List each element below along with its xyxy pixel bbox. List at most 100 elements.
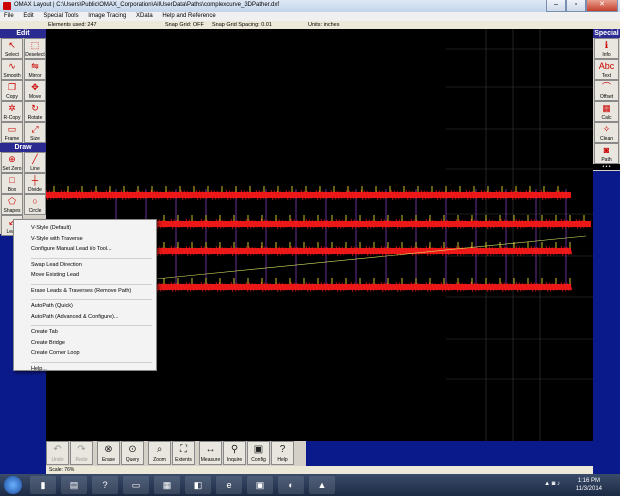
- window-title: OMAX Layout | C:\Users\Public\OMAX_Corpo…: [14, 2, 280, 8]
- edit-copy-button[interactable]: ❐ Copy: [1, 80, 23, 101]
- frame-icon: ▭: [7, 124, 17, 134]
- ctx-item-help[interactable]: Help...: [31, 366, 47, 372]
- minimize-button[interactable]: –: [546, 0, 566, 12]
- system-clock[interactable]: 1:16 PM 11/3/2014: [576, 477, 602, 493]
- edit-frame-button[interactable]: ▭ Frame: [1, 122, 23, 143]
- clean-icon: ✧: [602, 124, 611, 134]
- menu-help-reference[interactable]: Help and Reference: [158, 12, 219, 21]
- ctx-item-v-style-with-traverse[interactable]: V-Style with Traverse: [31, 236, 83, 242]
- bottom-inquire-button[interactable]: ⚲ Inquire: [223, 441, 246, 465]
- draw-circle-button[interactable]: ○ Circle: [24, 194, 46, 215]
- special-calc-button[interactable]: ▦ Calc: [594, 101, 619, 122]
- bottom-extents-button[interactable]: ⛶ Extents: [172, 441, 195, 465]
- menu-separator: [31, 361, 152, 363]
- taskbar-app-6[interactable]: e: [216, 476, 242, 494]
- edit-tool-label: Mirror: [28, 73, 42, 79]
- bottom-tool-label: Undo: [51, 457, 64, 463]
- draw-set-zero-button[interactable]: ⊕ Set Zero: [1, 152, 23, 173]
- ctx-item-create-bridge[interactable]: Create Bridge: [31, 340, 65, 346]
- ctx-item-swap-lead-direction[interactable]: Swap Lead Direction: [31, 262, 82, 268]
- ctx-item-create-corner-loop[interactable]: Create Corner Loop: [31, 350, 80, 356]
- close-button[interactable]: ✕: [586, 0, 618, 12]
- start-button[interactable]: [4, 476, 22, 494]
- draw-tool-label: Box: [7, 187, 17, 193]
- taskbar-app-5[interactable]: ◧: [185, 476, 211, 494]
- edit-panel-header: Edit: [0, 29, 46, 38]
- menu-special-tools[interactable]: Special Tools: [39, 12, 82, 21]
- special-offset-button[interactable]: ⌒ Offset: [594, 80, 619, 101]
- draw-divide-button[interactable]: ┼ Divide: [24, 173, 46, 194]
- bottom-tool-label: Redo: [75, 457, 88, 463]
- bottom-config-button[interactable]: ▣ Config: [247, 441, 270, 465]
- help-icon: ?: [279, 444, 286, 455]
- text-icon: Abc: [598, 61, 615, 71]
- bottom-query-button[interactable]: ⊙ Query: [121, 441, 144, 465]
- edit-move-button[interactable]: ✥ Move: [24, 80, 46, 101]
- zoom-icon: ⌕: [156, 444, 163, 455]
- bottom-tool-label: Inquire: [226, 457, 243, 463]
- special-path-button[interactable]: ◙ Path: [594, 143, 619, 164]
- clock-time: 1:16 PM: [577, 478, 601, 484]
- draw-shapes-button[interactable]: ⬠ Shapes: [1, 194, 23, 215]
- taskbar-app-8[interactable]: ◐: [278, 476, 304, 494]
- bottom-toolbar: ↶ Undo ↷ Redo ⊗ Erase ⊙ Query ⌕ Zoom ⛶ Extents ↔ Meas…: [46, 441, 306, 466]
- special-tool-label: Path: [601, 157, 612, 163]
- ctx-item-move-existing-lead[interactable]: Move Existing Lead: [31, 272, 79, 278]
- bottom-redo-button[interactable]: ↷ Redo: [70, 441, 93, 465]
- taskbar-app-4[interactable]: ▦: [154, 476, 180, 494]
- edit-mirror-button[interactable]: ⇋ Mirror: [24, 59, 46, 80]
- edit-tool-label: Rotate: [27, 115, 43, 121]
- bottom-measure-button[interactable]: ↔ Measure: [199, 441, 222, 465]
- edit-smooth-button[interactable]: ∿ Smooth: [1, 59, 23, 80]
- draw-tool-label: Circle: [28, 208, 42, 214]
- bottom-tool-label: Measure: [200, 457, 221, 463]
- taskbar-app-1[interactable]: ▤: [61, 476, 87, 494]
- menu-edit[interactable]: Edit: [19, 12, 37, 21]
- draw-box-button[interactable]: □ Box: [1, 173, 23, 194]
- select-arrow-icon: ↖: [8, 40, 16, 50]
- taskbar-app-2[interactable]: ?: [92, 476, 118, 494]
- inquire-icon: ⚲: [230, 444, 239, 455]
- edit-rotate-button[interactable]: ↻ Rotate: [24, 101, 46, 122]
- ctx-item-autopath-quick[interactable]: AutoPath (Quick): [31, 303, 73, 309]
- edit-select-button[interactable]: ↖ Select: [1, 38, 23, 59]
- taskbar-app-0[interactable]: ▮: [30, 476, 56, 494]
- maximize-button[interactable]: ▫: [566, 0, 586, 12]
- deselect-icon: ⬚: [30, 40, 40, 50]
- bottom-zoom-button[interactable]: ⌕ Zoom: [148, 441, 171, 465]
- edit-tool-label: Frame: [4, 136, 20, 142]
- taskbar-app-7[interactable]: ▣: [247, 476, 273, 494]
- taskbar-apps: ▮ ▤? ▭ ▦ ◧ e ▣ ◐ ▲: [30, 476, 340, 494]
- menu-separator: [31, 257, 152, 259]
- ctx-item-configure-manual-lead-i-o-tool[interactable]: Configure Manual Lead i/o Tool...: [31, 246, 112, 252]
- special-tool-label: Offset: [599, 94, 614, 100]
- bottom-undo-button[interactable]: ↶ Undo: [46, 441, 69, 465]
- ctx-item-v-style-default[interactable]: V-Style (Default): [31, 225, 71, 231]
- snap-grid-status: Snap Grid: OFF: [165, 22, 204, 28]
- ctx-item-autopath-advanced-configure[interactable]: AutoPath (Advanced & Configure)...: [31, 314, 118, 320]
- path-icon: ◙: [603, 145, 610, 155]
- ctx-item-erase-leads-traverses-remove-path[interactable]: Erase Leads & Traverses (Remove Path): [31, 288, 131, 294]
- erase-icon: ⊗: [104, 444, 113, 455]
- edit-deselect-button[interactable]: ⬚ Deselect: [24, 38, 46, 59]
- special-tool-label: Clean: [599, 136, 614, 142]
- system-tray-icons[interactable]: ▲ ◙ ♪: [544, 481, 560, 487]
- edit-tool-label: Size: [30, 136, 40, 142]
- move-icon: ✥: [31, 82, 39, 92]
- menu-separator: [31, 283, 152, 285]
- menu-image-tracing[interactable]: Image Tracing: [84, 12, 130, 21]
- left-tool-panel: Edit ↖ Select ⬚ Deselect ∿ Smooth ⇋ Mirror ❐ Copy…: [0, 29, 46, 236]
- draw-line-button[interactable]: ╱ Line: [24, 152, 46, 173]
- bottom-erase-button[interactable]: ⊗ Erase: [97, 441, 120, 465]
- menu-file[interactable]: File: [0, 12, 18, 21]
- bottom-help-button[interactable]: ? Help: [271, 441, 294, 465]
- special-clean-button[interactable]: ✧ Clean: [594, 122, 619, 143]
- taskbar-app-3[interactable]: ▭: [123, 476, 149, 494]
- edit-r-copy-button[interactable]: ✲ R-Copy: [1, 101, 23, 122]
- menu-xdata[interactable]: XData: [132, 12, 157, 21]
- taskbar-app-9[interactable]: ▲: [309, 476, 335, 494]
- special-text-button[interactable]: Abc Text: [594, 59, 619, 80]
- ctx-item-create-tab[interactable]: Create Tab: [31, 329, 58, 335]
- edit-size-button[interactable]: ⤢ Size: [24, 122, 46, 143]
- special-info-button[interactable]: ℹ Info: [594, 38, 619, 59]
